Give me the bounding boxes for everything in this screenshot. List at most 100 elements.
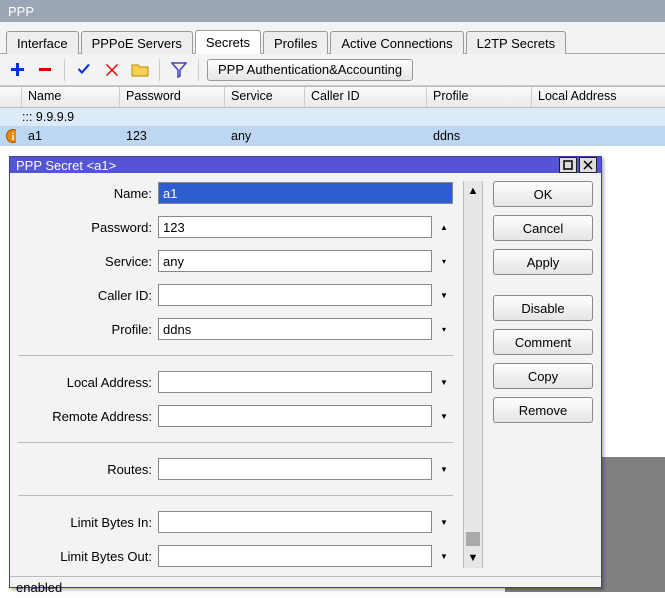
local-addr-label: Local Address: [18,375,158,390]
tab-pppoe-servers[interactable]: PPPoE Servers [81,31,193,54]
dialog-status: enabled [10,576,601,598]
service-dropdown[interactable]: ▾ [435,250,453,272]
lbi-label: Limit Bytes In: [18,515,158,530]
routes-label: Routes: [18,462,158,477]
tab-interface[interactable]: Interface [6,31,79,54]
cancel-button[interactable]: Cancel [493,215,593,241]
name-input[interactable] [158,182,453,204]
tab-bar: Interface PPPoE Servers Secrets Profiles… [0,22,665,54]
name-label: Name: [18,186,158,201]
toolbar: PPP Authentication&Accounting [0,54,665,86]
disable-button[interactable] [101,59,123,81]
limit-bytes-in-input[interactable] [158,511,432,533]
apply-button[interactable]: Apply [493,249,593,275]
lbi-dropdown[interactable]: ▼ [435,511,453,533]
maximize-button[interactable] [559,157,577,173]
caller-input[interactable] [158,284,432,306]
filter-button[interactable] [168,59,190,81]
cell-name: a1 [22,129,120,143]
svg-text:i: i [12,132,15,143]
table-row[interactable]: i a1 123 any ddns [0,126,665,146]
scroll-down-icon[interactable]: ▼ [465,550,481,566]
x-icon [104,62,120,78]
col-local-address[interactable]: Local Address [532,87,662,107]
down-arrow-icon: ▼ [435,284,453,306]
dialog-title-text: PPP Secret <a1> [16,158,116,173]
grid-header: Name Password Service Caller ID Profile … [0,86,665,108]
routes-input[interactable] [158,458,432,480]
comment-button[interactable] [129,59,151,81]
button-column: OK Cancel Apply Disable Comment Copy Rem… [493,181,593,568]
limit-bytes-out-input[interactable] [158,545,432,567]
down-arrow-icon: ▼ [435,545,453,567]
cell-password: 123 [120,129,225,143]
col-caller-id[interactable]: Caller ID [305,87,427,107]
col-name[interactable]: Name [22,87,120,107]
down-arrow-icon: ▼ [435,511,453,533]
tab-l2tp-secrets[interactable]: L2TP Secrets [466,31,567,54]
dropdown-arrow-icon: ▾ [435,318,453,340]
add-button[interactable] [6,59,28,81]
local-dropdown[interactable]: ▼ [435,371,453,393]
local-addr-input[interactable] [158,371,432,393]
close-button[interactable] [579,157,597,173]
separator [18,355,453,356]
dialog-titlebar[interactable]: PPP Secret <a1> [10,157,601,173]
remote-addr-input[interactable] [158,405,432,427]
ok-button[interactable]: OK [493,181,593,207]
scroll-up-icon[interactable]: ▲ [465,183,481,199]
col-password[interactable]: Password [120,87,225,107]
window-title: PPP [0,0,665,22]
form-column: Name: Password: ▲ Service: ▾ Caller ID: … [18,181,453,568]
remove-button[interactable]: Remove [493,397,593,423]
col-profile[interactable]: Profile [427,87,532,107]
row-info-icon: i [0,129,22,143]
password-clear[interactable]: ▲ [435,216,453,238]
disable-button[interactable]: Disable [493,295,593,321]
separator [18,442,453,443]
password-input[interactable] [158,216,432,238]
service-select[interactable] [158,250,432,272]
square-icon [563,160,573,170]
remote-dropdown[interactable]: ▼ [435,405,453,427]
tab-secrets[interactable]: Secrets [195,30,261,54]
separator [18,495,453,496]
lbo-label: Limit Bytes Out: [18,549,158,564]
folder-icon [131,63,149,77]
plus-icon [9,62,25,78]
close-icon [583,160,593,170]
comment-button[interactable]: Comment [493,329,593,355]
tab-active-connections[interactable]: Active Connections [330,31,463,54]
routes-dropdown[interactable]: ▼ [435,458,453,480]
enable-button[interactable] [73,59,95,81]
check-icon [76,62,92,78]
caller-label: Caller ID: [18,288,158,303]
up-arrow-icon: ▲ [435,216,453,238]
tab-profiles[interactable]: Profiles [263,31,328,54]
scrollbar-thumb[interactable] [466,532,480,546]
dropdown-arrow-icon: ▾ [435,250,453,272]
down-arrow-icon: ▼ [435,405,453,427]
cell-profile: ddns [427,129,532,143]
down-arrow-icon: ▼ [435,371,453,393]
lbo-dropdown[interactable]: ▼ [435,545,453,567]
password-label: Password: [18,220,158,235]
profile-select[interactable] [158,318,432,340]
funnel-icon [171,62,187,78]
profile-dropdown[interactable]: ▾ [435,318,453,340]
copy-button[interactable]: Copy [493,363,593,389]
vertical-scrollbar[interactable]: ▲ ▼ [463,181,483,568]
col-service[interactable]: Service [225,87,305,107]
separator [159,59,160,81]
caller-dropdown[interactable]: ▼ [435,284,453,306]
service-label: Service: [18,254,158,269]
separator [64,59,65,81]
remove-button[interactable] [34,59,56,81]
separator [198,59,199,81]
down-arrow-icon: ▼ [435,458,453,480]
remote-addr-label: Remote Address: [18,409,158,424]
grid-group[interactable]: ::: 9.9.9.9 [0,108,665,126]
col-icon[interactable] [0,87,22,107]
ppp-auth-button[interactable]: PPP Authentication&Accounting [207,59,413,81]
profile-label: Profile: [18,322,158,337]
